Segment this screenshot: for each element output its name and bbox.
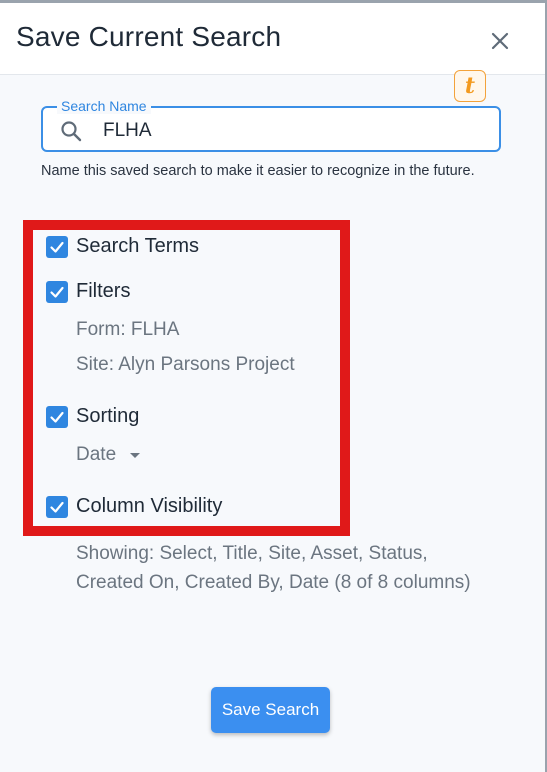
helper-text: Name this saved search to make it easier… [41, 163, 475, 179]
column-visibility-checkbox[interactable] [46, 495, 68, 518]
save-search-dialog: Save Current Search t Search Name Name t… [0, 0, 547, 772]
column-visibility-option[interactable]: Column Visibility [46, 495, 222, 518]
sorting-checkbox[interactable] [46, 405, 68, 428]
search-terms-checkbox[interactable] [46, 235, 68, 258]
t-logo-icon[interactable]: t [454, 70, 486, 102]
sort-field-value: Date [76, 444, 117, 465]
filter-site-detail: Site: Alyn Parsons Project [76, 354, 295, 375]
search-terms-label: Search Terms [76, 235, 200, 257]
search-terms-option[interactable]: Search Terms [46, 235, 199, 258]
close-icon[interactable] [486, 27, 514, 55]
filter-form-detail: Form: FLHA [76, 319, 180, 340]
save-search-button[interactable]: Save Search [211, 687, 330, 733]
dialog-header: Save Current Search [0, 3, 545, 75]
filters-label: Filters [76, 280, 131, 302]
column-visibility-summary: Showing: Select, Title, Site, Asset, Sta… [76, 543, 471, 593]
search-name-input[interactable] [103, 120, 483, 142]
column-visibility-label: Column Visibility [76, 495, 223, 517]
search-name-label: Search Name [57, 98, 151, 114]
dialog-title: Save Current Search [16, 21, 282, 52]
sort-field-select[interactable]: Date [76, 444, 141, 466]
sorting-label: Sorting [76, 405, 140, 427]
search-name-field[interactable]: Search Name [41, 98, 501, 152]
highlight-box [23, 220, 350, 536]
filters-checkbox[interactable] [46, 280, 68, 303]
sorting-option[interactable]: Sorting [46, 405, 139, 428]
filters-option[interactable]: Filters [46, 280, 130, 303]
search-icon [59, 119, 83, 143]
chevron-down-icon [130, 452, 141, 458]
